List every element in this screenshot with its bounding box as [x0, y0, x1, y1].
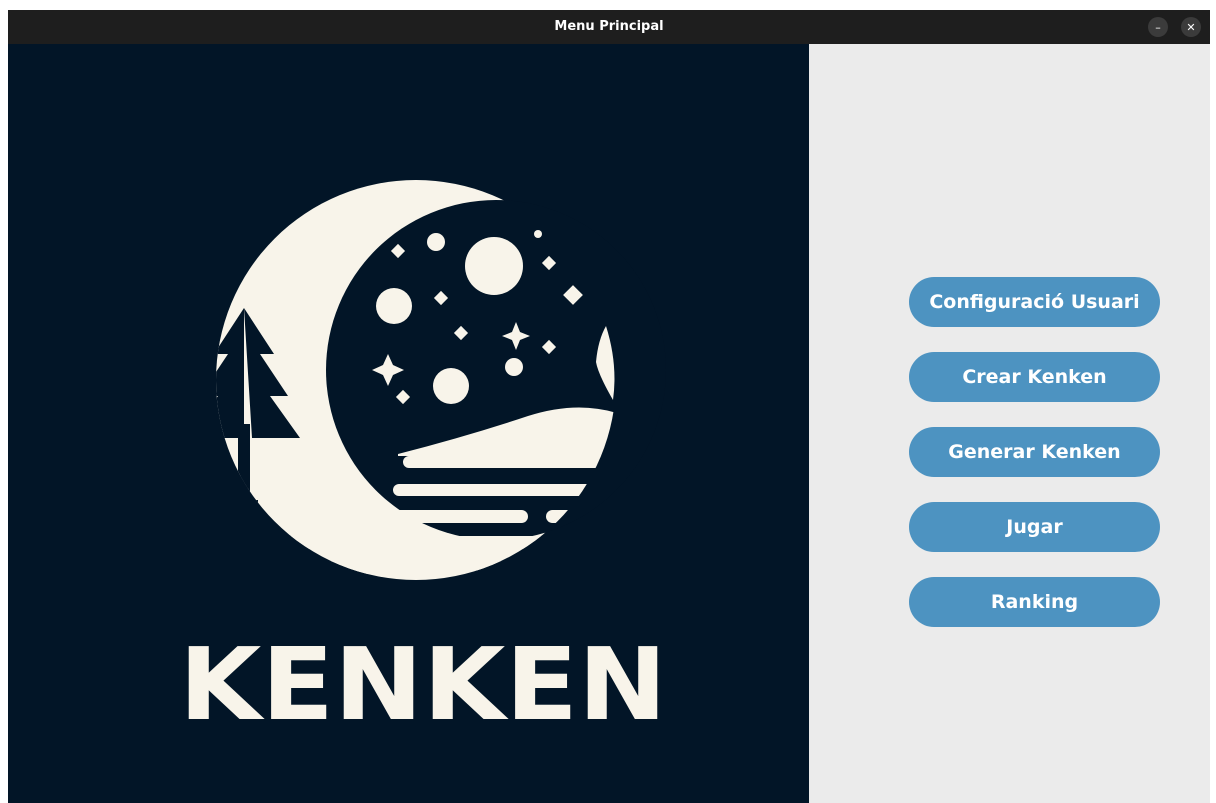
- close-button[interactable]: ✕: [1181, 17, 1201, 37]
- play-button[interactable]: Jugar: [909, 502, 1160, 552]
- planet-medium: [376, 288, 412, 324]
- planet-small: [427, 233, 445, 251]
- kenken-wordmark: KENKEN: [179, 626, 667, 743]
- star-dot: [534, 230, 542, 238]
- minimize-button[interactable]: –: [1148, 17, 1168, 37]
- ranking-button[interactable]: Ranking: [909, 577, 1160, 627]
- minimize-icon: –: [1155, 20, 1161, 34]
- create-kenken-button[interactable]: Crear Kenken: [909, 352, 1160, 402]
- close-icon: ✕: [1186, 20, 1196, 34]
- planet-lower: [433, 368, 469, 404]
- user-settings-button[interactable]: Configuració Usuari: [909, 277, 1160, 327]
- planet-large: [465, 237, 523, 295]
- planet-tiny: [505, 358, 523, 376]
- window-title: Menu Principal: [554, 19, 664, 34]
- main-menu-panel: Configuració Usuari Crear Kenken Generar…: [809, 44, 1210, 803]
- kenken-logo: KENKEN: [179, 180, 667, 743]
- logo-panel: KENKEN: [8, 44, 809, 803]
- app-window: Menu Principal – ✕ KENKEN Configuració U…: [8, 10, 1210, 803]
- title-bar[interactable]: Menu Principal – ✕: [8, 10, 1210, 44]
- generate-kenken-button[interactable]: Generar Kenken: [909, 427, 1160, 477]
